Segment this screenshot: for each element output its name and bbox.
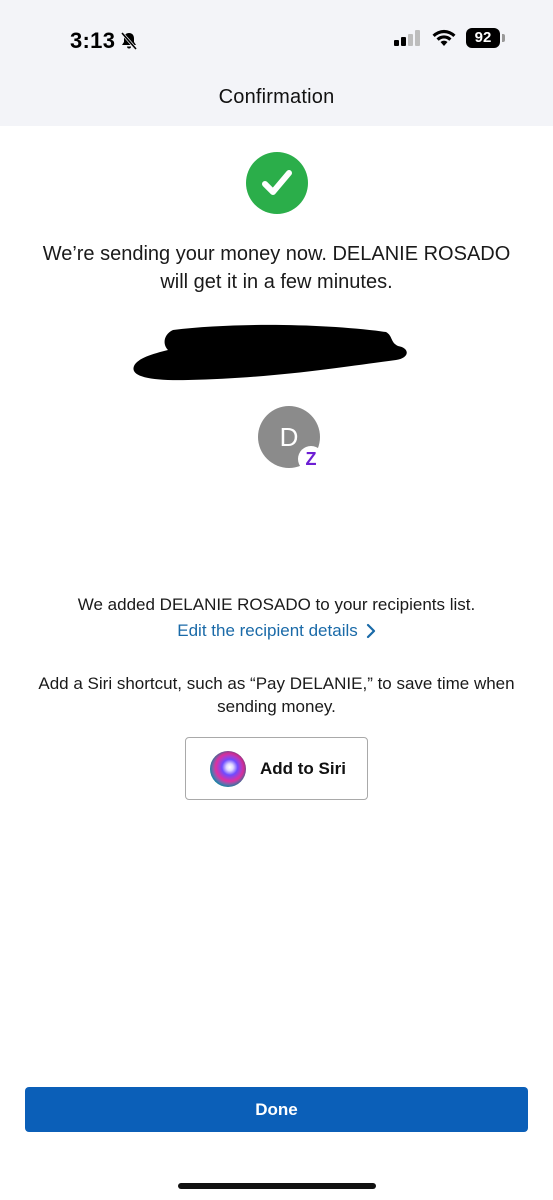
battery-icon: 92 [466,28,505,48]
checkmark-icon [262,170,292,195]
done-button[interactable]: Done [25,1087,528,1132]
redaction-scribble [133,324,407,381]
chevron-right-icon[interactable] [366,623,376,639]
check-circle-icon [246,152,308,214]
bell-slash-icon [121,32,138,50]
wifi-icon [432,29,456,46]
battery-cap [502,34,505,42]
add-to-siri-button[interactable]: Add to Siri [185,737,368,800]
zelle-icon: Z [298,446,324,472]
home-indicator[interactable] [178,1183,376,1189]
status-bar-right: 92 [394,28,505,48]
page-title: Confirmation [218,86,335,108]
confirmation-message: We’re sending your money now. DELANIE RO… [42,243,511,293]
time-text: 3:13 [70,28,116,53]
battery-level: 92 [466,28,500,48]
edit-recipient-link-label[interactable]: Edit the recipient details [177,620,358,642]
status-bar-time: 3:13 [70,28,139,54]
siri-shortcut-text: Add a Siri shortcut, such as “Pay DELANI… [38,674,515,716]
cellular-signal-icon [394,30,420,46]
add-to-siri-label: Add to Siri [260,758,346,778]
recipients-added-text: We added DELANIE ROSADO to your recipien… [77,595,476,614]
recipient-avatar: D Z [258,406,324,472]
siri-icon [210,750,246,787]
header-area: 3:13 92 Confirmation [0,0,553,126]
edit-recipient-link[interactable]: Edit the recipient details [0,620,553,642]
